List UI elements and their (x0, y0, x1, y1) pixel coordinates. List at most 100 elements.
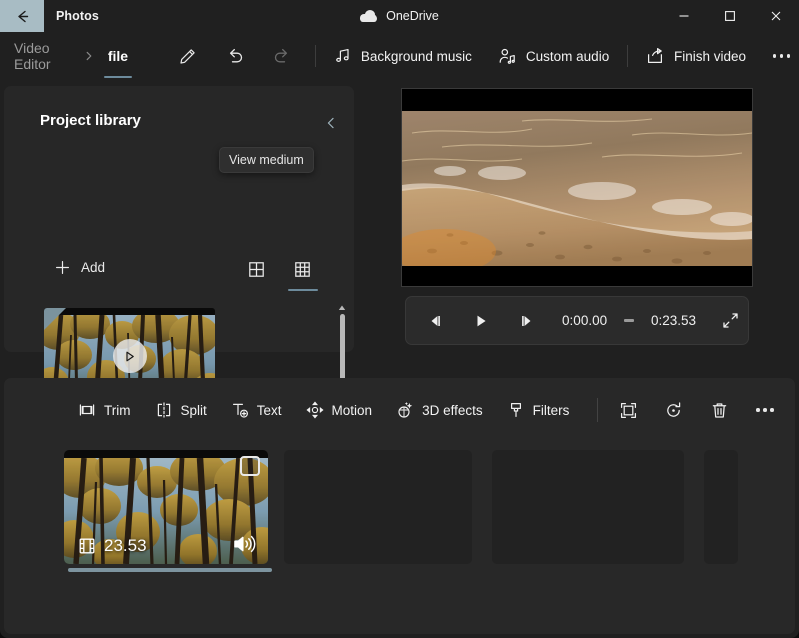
onedrive-label: OneDrive (386, 9, 439, 23)
clip-selection-indicator (68, 568, 272, 572)
add-media-button[interactable]: Add (52, 254, 113, 281)
selected-corner-flag (44, 308, 66, 330)
scroll-up-arrow-icon[interactable] (338, 304, 346, 312)
trim-button[interactable]: Trim (68, 393, 141, 427)
maximize-icon (725, 11, 735, 21)
filters-button[interactable]: Filters (497, 393, 580, 427)
pencil-icon (180, 48, 195, 64)
aspect-ratio-button[interactable] (612, 393, 644, 427)
breadcrumb-separator (83, 50, 95, 62)
text-add-icon (232, 403, 248, 418)
next-frame-icon (522, 315, 531, 326)
add-media-label: Add (81, 260, 106, 275)
background-music-button[interactable]: Background music (324, 39, 482, 73)
finish-video-button[interactable]: Finish video (636, 39, 756, 73)
window-controls (661, 0, 799, 32)
filters-brush-icon (510, 403, 521, 417)
motion-icon (306, 401, 324, 419)
share-export-icon (647, 47, 662, 63)
speaker-volume-icon[interactable] (233, 534, 256, 554)
back-button[interactable] (0, 0, 44, 32)
view-medium-tooltip: View medium (219, 147, 314, 173)
rename-button[interactable] (170, 36, 205, 76)
motion-label: Motion (331, 402, 373, 418)
split-label: Split (180, 402, 207, 418)
time-separator (624, 319, 634, 322)
music-note-icon (335, 49, 349, 62)
total-time: 0:23.53 (650, 313, 696, 328)
fullscreen-button[interactable] (714, 304, 748, 338)
video-preview[interactable] (401, 88, 753, 287)
fullscreen-icon (723, 313, 739, 328)
grid-2x2-icon (248, 261, 264, 277)
view-large-button[interactable] (242, 256, 270, 282)
project-library-panel: Project library Add (4, 86, 354, 413)
split-button[interactable]: Split (145, 393, 217, 427)
chevron-left-icon (327, 117, 334, 129)
timeline-empty-slot[interactable] (704, 450, 738, 564)
library-play-button[interactable] (112, 339, 147, 373)
minimize-button[interactable] (661, 0, 707, 32)
more-options-icon (756, 408, 774, 412)
aspect-ratio-icon (620, 402, 636, 418)
play-button[interactable] (464, 304, 498, 338)
clip-duration: 23.53 (77, 536, 147, 556)
timeline-empty-slot[interactable] (492, 450, 684, 564)
filters-label: Filters (532, 402, 570, 418)
toolbar-divider (597, 398, 599, 422)
delete-button[interactable] (704, 393, 736, 427)
current-time: 0:00.00 (562, 313, 608, 328)
grid-3x3-icon (294, 261, 310, 277)
clip-checkbox[interactable] (240, 456, 260, 476)
chevron-right-icon (86, 51, 92, 61)
finish-video-label: Finish video (673, 48, 747, 64)
timeline-empty-slot[interactable] (284, 450, 472, 564)
breadcrumb-video-editor[interactable]: Video Editor (14, 40, 72, 72)
timeline-panel: Trim Split Text Motion 3D effects Filter… (4, 378, 795, 634)
clip-duration-label: 23.53 (104, 536, 147, 555)
minimize-icon (679, 15, 689, 17)
project-name-tab[interactable]: file (103, 48, 133, 78)
3d-effects-button[interactable]: 3D effects (386, 393, 493, 427)
timeline-toolbar: Trim Split Text Motion 3D effects Filter… (4, 386, 795, 434)
undo-icon (229, 48, 242, 63)
background-music-label: Background music (360, 48, 472, 64)
split-icon (157, 402, 170, 418)
plus-icon (56, 261, 69, 274)
redo-button[interactable] (264, 36, 299, 76)
text-label: Text (256, 402, 282, 418)
person-audio-icon (499, 48, 515, 64)
close-button[interactable] (753, 0, 799, 32)
command-divider-2 (627, 45, 628, 67)
3d-effects-label: 3D effects (422, 402, 483, 418)
text-button[interactable]: Text (221, 393, 292, 427)
3d-effects-icon (398, 402, 413, 418)
arrow-left-icon (17, 10, 28, 22)
more-options-button[interactable] (764, 36, 799, 76)
title-bar: Photos OneDrive (0, 0, 799, 32)
custom-audio-button[interactable]: Custom audio (488, 39, 619, 73)
view-medium-button[interactable] (288, 256, 318, 291)
film-strip-icon (79, 538, 95, 554)
play-icon (477, 315, 486, 326)
timeline-clip-forest[interactable]: 23.53 (64, 450, 268, 564)
onedrive-cloud-icon (360, 10, 378, 22)
view-toggle-group (242, 256, 318, 291)
rotate-icon (667, 401, 681, 417)
next-frame-button[interactable] (510, 304, 544, 338)
close-icon (771, 11, 781, 21)
rotate-button[interactable] (658, 393, 690, 427)
motion-button[interactable]: Motion (296, 393, 383, 427)
previous-frame-button[interactable] (418, 304, 452, 338)
maximize-button[interactable] (707, 0, 753, 32)
redo-icon (274, 48, 287, 63)
app-title: Photos (56, 9, 99, 23)
collapse-library-button[interactable] (318, 110, 344, 136)
photos-video-editor-window: Photos OneDrive Video Editor file Backgr… (0, 0, 799, 638)
delete-trash-icon (712, 402, 727, 418)
beach-sunset-frame (402, 111, 752, 266)
play-triangle-icon (126, 351, 134, 361)
command-divider (315, 45, 316, 67)
timeline-more-options-button[interactable] (749, 393, 781, 427)
undo-button[interactable] (217, 36, 252, 76)
